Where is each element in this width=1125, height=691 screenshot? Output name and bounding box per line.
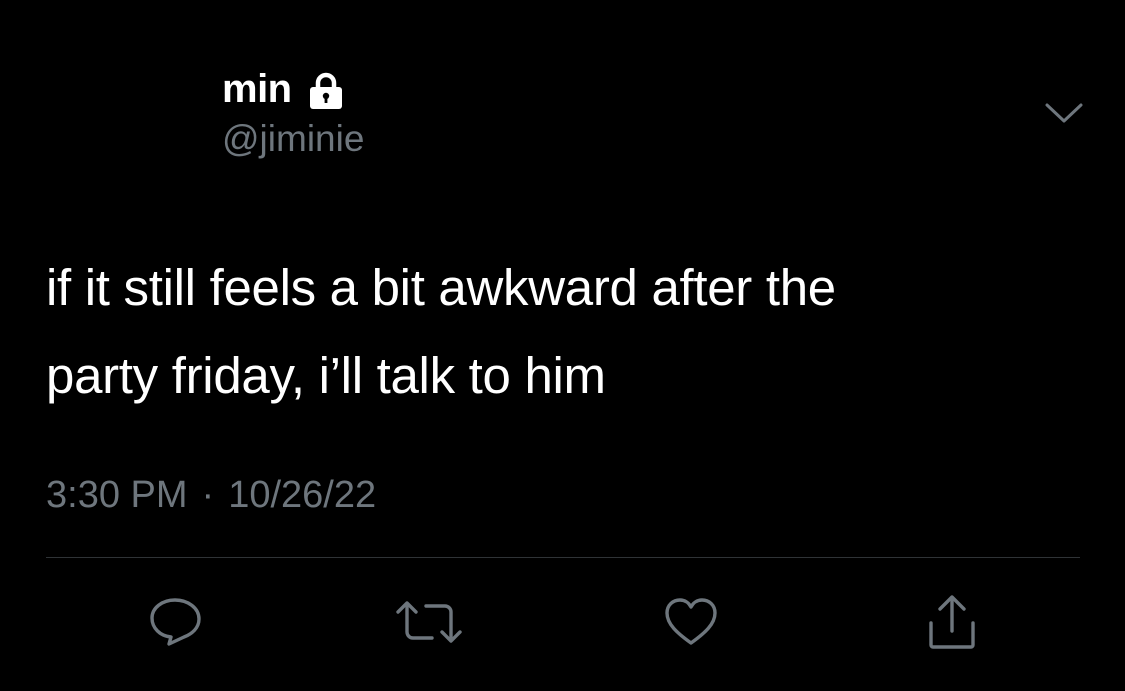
tweet-author[interactable]: min @jiminie — [222, 62, 364, 160]
divider — [46, 557, 1080, 558]
reply-icon — [147, 596, 205, 648]
tweet-text-line: party friday, i’ll talk to him — [46, 347, 606, 404]
tweet-timestamp[interactable]: 3:30 PM · 10/26/22 — [46, 474, 376, 517]
reply-button[interactable] — [146, 592, 206, 652]
meta-separator: · — [201, 474, 215, 516]
tweet-text-line: if it still feels a bit awkward after th… — [46, 259, 836, 316]
retweet-button[interactable] — [396, 592, 462, 652]
author-display-name[interactable]: min — [222, 67, 292, 112]
tweet-text: if it still feels a bit awkward after th… — [46, 244, 1056, 420]
lock-icon — [306, 71, 346, 111]
share-button[interactable] — [922, 592, 982, 652]
heart-icon — [663, 597, 719, 647]
chevron-down-icon[interactable] — [1042, 96, 1086, 130]
author-handle[interactable]: @jiminie — [222, 118, 364, 160]
retweet-icon — [394, 598, 464, 646]
like-button[interactable] — [661, 592, 721, 652]
tweet-time: 3:30 PM — [46, 474, 188, 516]
tweet-date: 10/26/22 — [228, 474, 377, 516]
author-name-row: min — [222, 62, 364, 116]
share-icon — [923, 593, 981, 651]
